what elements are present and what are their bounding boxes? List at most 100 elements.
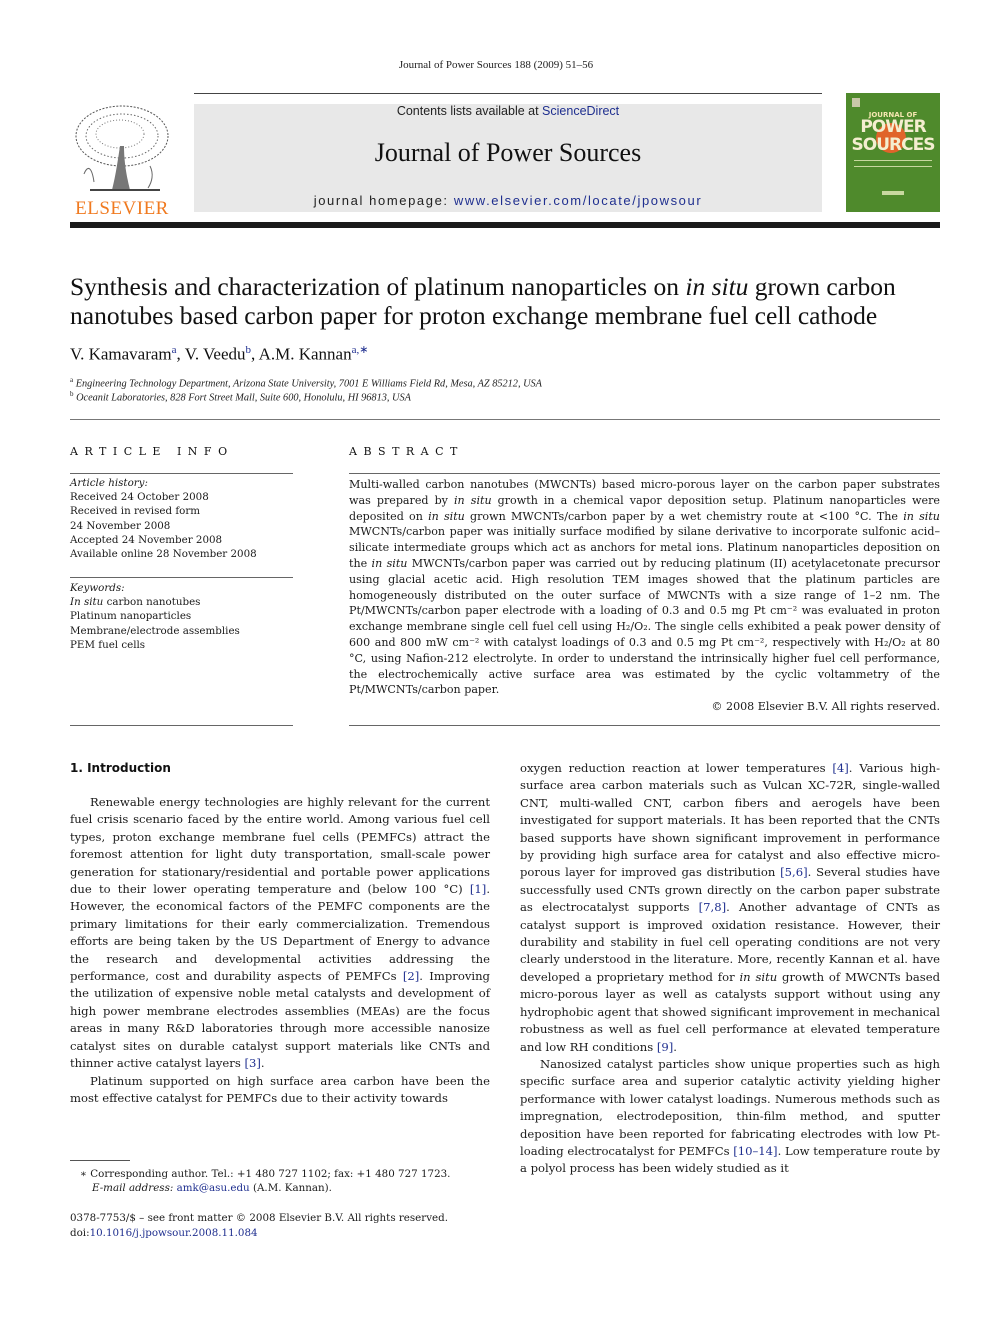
cover-title-line1: POWER [860,117,926,137]
keyword-item[interactable]: PEM fuel cells [70,638,293,652]
article-history-label: Article history: [70,477,148,489]
author-separator: , [176,344,185,364]
text-run: Platinum supported on high surface area … [70,1073,490,1105]
elsevier-logo[interactable]: ELSEVIER [70,104,174,218]
italic-text: in situ [454,493,492,507]
front-matter-note: 0378-7753/$ – see front matter © 2008 El… [70,1212,448,1224]
paragraph: Nanosized catalyst particles show unique… [520,1056,940,1178]
affiliation-text: Engineering Technology Department, Arizo… [75,378,542,390]
citation-link[interactable]: [1] [470,882,486,896]
author[interactable]: V. Veedu [185,345,246,364]
keyword-rest: carbon nanotubes [103,596,201,609]
doi-link[interactable]: 10.1016/j.jpowsour.2008.11.084 [90,1227,258,1239]
keywords: Keywords: In situ carbon nanotubes Plati… [70,581,293,652]
divider [70,473,293,474]
citation-link[interactable]: [2] [403,969,419,983]
affiliation: b Oceanit Laboratories, 828 Fort Street … [70,390,411,403]
divider [70,577,293,578]
text-run: . Various high-surface area carbon mater… [520,761,940,880]
history-item: Received 24 October 2008 [70,491,209,504]
corresponding-author-note: ∗ Corresponding author. Tel.: +1 480 727… [80,1168,451,1180]
keyword-item[interactable]: Membrane/electrode assemblies [70,624,293,638]
sciencedirect-link[interactable]: ScienceDirect [542,104,619,118]
citation-link[interactable]: [7,8] [699,900,726,914]
keyword-item[interactable]: In situ carbon nanotubes [70,595,293,609]
email-link[interactable]: amk@asu.edu [177,1182,250,1194]
section-heading-introduction: 1. Introduction [70,761,171,775]
cover-publisher-mark [882,191,904,195]
elsevier-wordmark: ELSEVIER [75,198,169,219]
citation-link[interactable]: [9] [657,1040,673,1054]
keyword-item[interactable]: Platinum nanoparticles [70,609,293,623]
text-run: . [673,1039,677,1054]
cover-title-line2: SOURCES [851,135,936,155]
citation-link[interactable]: [3] [244,1056,260,1070]
article-title: Synthesis and characterization of platin… [70,272,950,330]
header-rule [194,93,822,94]
paragraph: oxygen reduction reaction at lower tempe… [520,760,940,1056]
abstract-copyright: © 2008 Elsevier B.V. All rights reserved… [711,700,940,713]
intro-left-column: Renewable energy technologies are highly… [70,794,490,1107]
italic-text: in situ [371,556,408,570]
text-run: Renewable energy technologies are highly… [70,795,490,897]
elsevier-tree-icon [70,104,174,196]
divider [70,419,940,420]
text-run: . [260,1056,265,1071]
affiliation-marker: a [70,376,74,384]
author[interactable]: A.M. Kannan [259,345,352,364]
history-item: Received in revised form [70,505,201,518]
journal-banner: Contents lists available at ScienceDirec… [194,104,822,212]
history-item: Available online 28 November 2008 [70,548,257,561]
title-part1: Synthesis and characterization of platin… [70,272,686,301]
intro-right-column: oxygen reduction reaction at lower tempe… [520,760,940,1178]
citation-link[interactable]: [4] [832,761,848,775]
email-suffix: (A.M. Kannan). [249,1182,332,1194]
article-info-heading: ARTICLE INFO [70,445,234,458]
cover-title: POWER SOURCES [846,118,940,154]
author-list: V. Kamavarama, V. Veedub, A.M. Kannana,∗ [70,343,368,365]
divider [70,725,293,726]
email-label: E-mail address: [92,1182,177,1194]
history-item: Accepted 24 November 2008 [70,533,223,546]
abstract-text: Multi-walled carbon nanotubes (MWCNTs) b… [349,477,940,698]
doi-prefix: doi: [70,1227,90,1239]
keywords-label: Keywords: [70,582,125,594]
paragraph: Platinum supported on high surface area … [70,1073,490,1108]
doi-line: doi:10.1016/j.jpowsour.2008.11.084 [70,1226,258,1240]
text-run: oxygen reduction reaction at lower tempe… [520,761,833,775]
author[interactable]: V. Kamavaram [70,345,172,364]
cover-tag [852,98,860,107]
citation-link[interactable]: [5,6] [780,865,807,879]
history-item: 24 November 2008 [70,519,171,532]
contents-line: Contents lists available at ScienceDirec… [194,104,822,118]
text-run: . However, the economical factors of the… [70,882,490,984]
masthead-thick-rule [70,222,940,228]
italic-text: in situ [428,509,465,523]
citation-link[interactable]: [10–14] [733,1144,777,1158]
affiliation: a Engineering Technology Department, Ari… [70,376,542,389]
text-run: grown MWCNTs/carbon paper by a wet chemi… [464,509,904,523]
divider [349,725,940,726]
article-history: Article history: Received 24 October 200… [70,476,293,561]
affiliation-marker: b [70,390,74,398]
abstract-heading: ABSTRACT [349,445,464,458]
italic-text: in situ [739,969,778,984]
affiliation-text: Oceanit Laboratories, 828 Fort Street Ma… [76,392,411,404]
italic-text: in situ [903,509,940,523]
cover-subtitle-lines [854,160,932,167]
footnote-rule [70,1160,130,1161]
homepage-link[interactable]: www.elsevier.com/locate/jpowsour [454,193,702,208]
contents-prefix: Contents lists available at [396,104,543,118]
journal-cover-thumbnail[interactable]: JOURNAL OF POWER SOURCES [846,93,940,212]
keyword-italic: In situ [70,596,104,609]
homepage-line: journal homepage: www.elsevier.com/locat… [194,193,822,208]
text-run: MWCNTs/carbon paper was carried out by r… [349,556,940,697]
author-separator: , [251,344,259,364]
running-header: Journal of Power Sources 188 (2009) 51–5… [398,59,594,71]
homepage-prefix: journal homepage: [313,193,454,208]
author-affil-marker[interactable]: a,∗ [352,344,369,356]
journal-title: Journal of Power Sources [374,138,642,167]
title-italic: in situ [685,272,749,301]
text-run: . Improving the utilization of expensive… [70,969,490,1071]
divider [349,473,940,474]
